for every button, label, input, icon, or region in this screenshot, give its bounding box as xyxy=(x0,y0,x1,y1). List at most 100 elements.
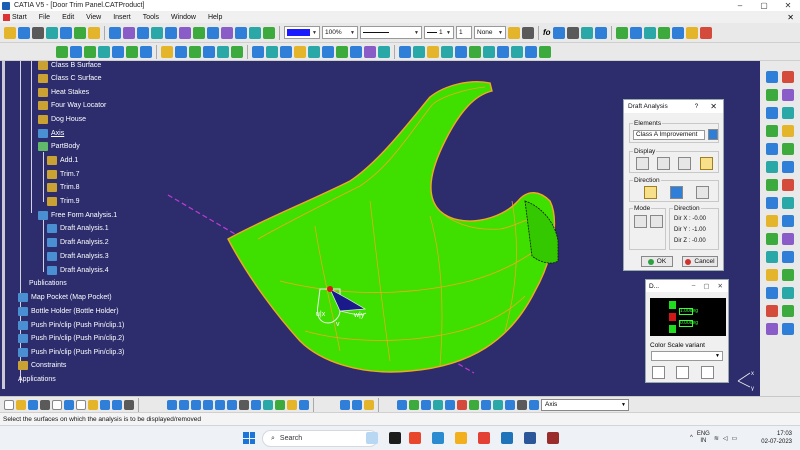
full-mode-icon[interactable] xyxy=(657,157,670,170)
instantiate-icon[interactable] xyxy=(455,45,467,58)
language-indicator[interactable]: ENG xyxy=(697,431,710,437)
sweep-icon[interactable] xyxy=(74,26,86,39)
windows-start-button[interactable] xyxy=(243,432,255,444)
sketch-icon[interactable] xyxy=(4,26,16,39)
view-front-icon[interactable] xyxy=(766,71,778,83)
print-icon[interactable] xyxy=(52,399,62,410)
revolve-surface-icon[interactable] xyxy=(782,89,794,101)
menu-file[interactable]: File xyxy=(33,14,56,21)
near-icon[interactable] xyxy=(378,45,390,58)
duplicate-icon[interactable] xyxy=(413,45,425,58)
rotate-surface-icon[interactable] xyxy=(782,251,794,263)
knowledge-icon[interactable] xyxy=(580,26,593,39)
axis-icon[interactable] xyxy=(529,399,539,410)
symmetry-surface-icon[interactable] xyxy=(766,269,778,281)
tree-item-push-pin-1[interactable]: Push Pin/clip (Push Pin/clip.1) xyxy=(18,319,124,331)
chrome-icon[interactable] xyxy=(478,432,490,444)
extrude-surface-icon[interactable] xyxy=(766,89,778,101)
menu-edit[interactable]: Edit xyxy=(56,14,80,21)
wifi-icon[interactable]: ≋ xyxy=(714,435,719,442)
pan-icon[interactable] xyxy=(191,399,201,410)
layer-number-combo[interactable]: 1 xyxy=(456,26,472,39)
catalog-browser-icon[interactable] xyxy=(469,45,481,58)
extract-surface-icon[interactable] xyxy=(766,215,778,227)
scaling-icon[interactable] xyxy=(263,26,275,39)
blend-icon[interactable] xyxy=(123,26,135,39)
tree-scroll-track[interactable] xyxy=(2,61,5,389)
taskbar-search[interactable]: ⌕ Search xyxy=(262,430,378,447)
analysis-tool-icon[interactable] xyxy=(421,399,431,410)
spline-icon[interactable] xyxy=(56,45,68,58)
fill-surface-icon[interactable] xyxy=(766,143,778,155)
surface-analysis-icon[interactable] xyxy=(469,399,479,410)
intersect-icon[interactable] xyxy=(175,45,187,58)
elements-field[interactable]: Class A Improvement xyxy=(633,130,705,140)
help-button[interactable]: ? xyxy=(695,103,699,110)
quick-mode-icon[interactable] xyxy=(636,157,649,170)
update-icon[interactable] xyxy=(340,399,350,410)
formula-button[interactable]: fo xyxy=(543,28,551,37)
tree-item-applications[interactable]: Applications xyxy=(18,373,56,385)
sphere-icon[interactable] xyxy=(766,107,778,119)
symmetry-icon[interactable] xyxy=(249,26,261,39)
volume-icon[interactable]: ◁ xyxy=(723,435,728,442)
connect-checker-icon[interactable] xyxy=(643,26,656,39)
save-icon[interactable] xyxy=(28,399,38,410)
revolve-icon[interactable] xyxy=(60,26,72,39)
quick-view-icon[interactable] xyxy=(263,399,273,410)
plane-icon[interactable] xyxy=(32,26,44,39)
transparency-combo[interactable]: 100% ▼ xyxy=(322,26,358,39)
silhouette-icon[interactable] xyxy=(231,45,243,58)
chamfer-icon[interactable] xyxy=(782,233,794,245)
invert-direction-icon[interactable] xyxy=(670,186,683,199)
helix-icon[interactable] xyxy=(112,45,124,58)
line-type-combo[interactable]: ▼ xyxy=(360,26,422,39)
close-button[interactable]: ✕ xyxy=(776,1,800,10)
menu-tools[interactable]: Tools xyxy=(137,14,165,21)
open-file-icon[interactable] xyxy=(16,399,26,410)
color-scale-variant-select[interactable]: ▼ xyxy=(651,351,723,361)
join-icon[interactable] xyxy=(137,26,149,39)
blend-surface-icon[interactable] xyxy=(766,161,778,173)
tree-item-bottle-holder[interactable]: Bottle Holder (Bottle Holder) xyxy=(18,305,119,317)
bing-icon[interactable] xyxy=(366,432,378,444)
file-explorer-icon[interactable] xyxy=(455,432,467,444)
tree-item-free-form-analysis[interactable]: Free Form Analysis.1 xyxy=(38,209,117,221)
cancel-button[interactable]: Cancel xyxy=(682,256,718,267)
lock-icon[interactable] xyxy=(352,399,362,410)
paste-icon[interactable] xyxy=(88,399,98,410)
fly-mode-icon[interactable] xyxy=(167,399,177,410)
curvature-icon[interactable] xyxy=(657,26,670,39)
axis-select[interactable]: Axis ▼ xyxy=(541,398,629,411)
multisection-surface-icon[interactable] xyxy=(782,143,794,155)
extrude-icon[interactable] xyxy=(46,26,58,39)
tree-item-trim-7[interactable]: Trim.7 xyxy=(47,168,80,180)
tree-item-class-c-surface[interactable]: Class C Surface xyxy=(38,72,102,84)
tree-item-publications[interactable]: Publications xyxy=(29,277,67,289)
tree-item-partbody[interactable]: PartBody xyxy=(38,140,80,152)
edge-icon[interactable] xyxy=(501,432,513,444)
zoom-in-icon[interactable] xyxy=(215,399,225,410)
menu-insert[interactable]: Insert xyxy=(107,14,137,21)
geometry-icon[interactable] xyxy=(517,399,527,410)
sweep-surface-icon[interactable] xyxy=(782,125,794,137)
minimize-button[interactable]: – xyxy=(728,1,752,10)
trim-icon[interactable] xyxy=(165,26,177,39)
plane-system-icon[interactable] xyxy=(397,399,407,410)
offset-icon[interactable] xyxy=(109,26,121,39)
corner-icon[interactable] xyxy=(126,45,138,58)
new-variant-icon[interactable] xyxy=(652,366,665,379)
join-surface-icon[interactable] xyxy=(782,161,794,173)
tree-item-constraints[interactable]: Constraints xyxy=(18,359,66,371)
work-plane-icon[interactable] xyxy=(409,399,419,410)
tree-item-push-pin-2[interactable]: Push Pin/clip (Push Pin/clip.2) xyxy=(18,332,124,344)
combine-icon[interactable] xyxy=(203,45,215,58)
normal-view-icon[interactable] xyxy=(511,45,523,58)
shading-icon[interactable] xyxy=(275,399,285,410)
deviation-analysis-icon[interactable] xyxy=(481,399,491,410)
tree-item-heat-stakes[interactable]: Heat Stakes xyxy=(38,86,89,98)
properties-icon[interactable] xyxy=(522,26,534,39)
word-icon[interactable] xyxy=(524,432,536,444)
project-icon[interactable] xyxy=(161,45,173,58)
tree-item-trim-9[interactable]: Trim.9 xyxy=(47,195,80,207)
